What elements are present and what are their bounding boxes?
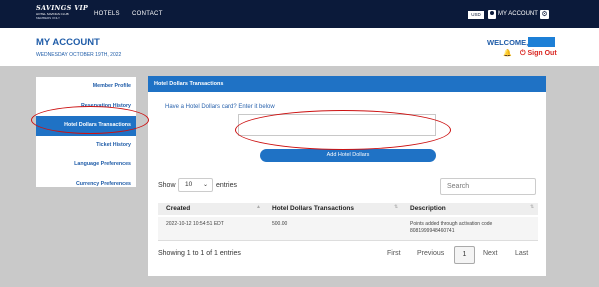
panel-title: Hotel Dollars Transactions <box>148 76 546 92</box>
pagination-first[interactable]: First <box>387 250 401 257</box>
chevron-down-icon: ⌄ <box>202 182 208 188</box>
power-icon: ⏻ <box>520 50 526 57</box>
username-redacted <box>528 37 555 47</box>
sidebar-item-member-profile[interactable]: Member Profile <box>36 77 136 97</box>
sign-out-label: Sign Out <box>527 50 557 57</box>
table-search-input[interactable]: Search <box>440 178 536 195</box>
entries-per-page-select[interactable]: 10 ⌄ <box>178 178 213 192</box>
annotation-ellipse-sidebar <box>31 106 149 134</box>
column-hotel-dollars-transactions[interactable]: Hotel Dollars Transactions <box>272 203 354 215</box>
nav-contact-link[interactable]: CONTACT <box>132 11 163 17</box>
settings-icon[interactable]: ⚙ <box>540 10 549 19</box>
page-title: MY ACCOUNT <box>36 37 100 48</box>
my-account-link[interactable]: MY ACCOUNT <box>498 11 538 17</box>
pagination-last[interactable]: Last <box>515 250 528 257</box>
welcome-text: WELCOME, <box>487 38 529 47</box>
sidebar-item-currency-preferences[interactable]: Currency Preferences <box>36 175 136 195</box>
show-label: Show <box>158 182 176 189</box>
sort-asc-icon[interactable]: ▲ <box>256 204 261 210</box>
annotation-ellipse-card-input <box>235 110 451 150</box>
bell-icon[interactable]: 🔔 <box>503 49 512 57</box>
cell-description: Points added through activation code 808… <box>410 221 492 235</box>
currency-selector[interactable]: USD <box>468 11 484 19</box>
entries-label: entries <box>216 182 238 189</box>
top-navbar: SAVINGS VIP HOTEL SAVINGS CLUB MEMBERS O… <box>0 0 599 28</box>
sort-icon[interactable]: ⇅ <box>530 204 534 210</box>
sign-out-button[interactable]: ⏻ Sign Out <box>520 50 557 58</box>
hotel-dollars-panel: Hotel Dollars Transactions Have a Hotel … <box>148 76 546 276</box>
logo-tagline: MEMBERS ONLY <box>36 16 60 20</box>
table-header: Created ▲ Hotel Dollars Transactions ⇅ D… <box>158 203 538 215</box>
description-line-1: Points added through activation code <box>410 221 493 227</box>
savings-vip-logo[interactable]: SAVINGS VIP HOTEL SAVINGS CLUB MEMBERS O… <box>36 4 89 23</box>
sort-icon[interactable]: ⇅ <box>394 204 398 210</box>
cell-created: 2022-10-12 10:54:51 EDT <box>166 221 224 227</box>
cell-amount: 500.00 <box>272 221 288 227</box>
column-created[interactable]: Created <box>166 203 190 215</box>
column-description[interactable]: Description <box>410 203 446 215</box>
logo-title: SAVINGS VIP <box>36 4 89 12</box>
add-hotel-dollars-button[interactable]: Add Hotel Dollars <box>260 149 436 162</box>
entries-select-value: 10 <box>185 181 193 188</box>
user-icon[interactable] <box>488 10 496 19</box>
pagination-next[interactable]: Next <box>483 250 497 257</box>
pagination-previous[interactable]: Previous <box>417 250 444 257</box>
nav-hotels-link[interactable]: HOTELS <box>94 11 120 17</box>
sidebar-item-language-preferences[interactable]: Language Preferences <box>36 155 136 175</box>
sidebar-item-ticket-history[interactable]: Ticket History <box>36 136 136 156</box>
description-line-2: 8081999948460741 <box>410 228 455 234</box>
table-row: 2022-10-12 10:54:51 EDT 500.00 Points ad… <box>158 217 538 241</box>
pagination-current-page[interactable]: 1 <box>454 246 475 264</box>
card-prompt: Have a Hotel Dollars card? Enter it belo… <box>165 104 275 110</box>
table-info: Showing 1 to 1 of 1 entries <box>158 250 241 257</box>
current-date: WEDNESDAY OCTOBER 19TH, 2022 <box>36 52 122 58</box>
account-header: MY ACCOUNT WEDNESDAY OCTOBER 19TH, 2022 … <box>0 28 599 66</box>
